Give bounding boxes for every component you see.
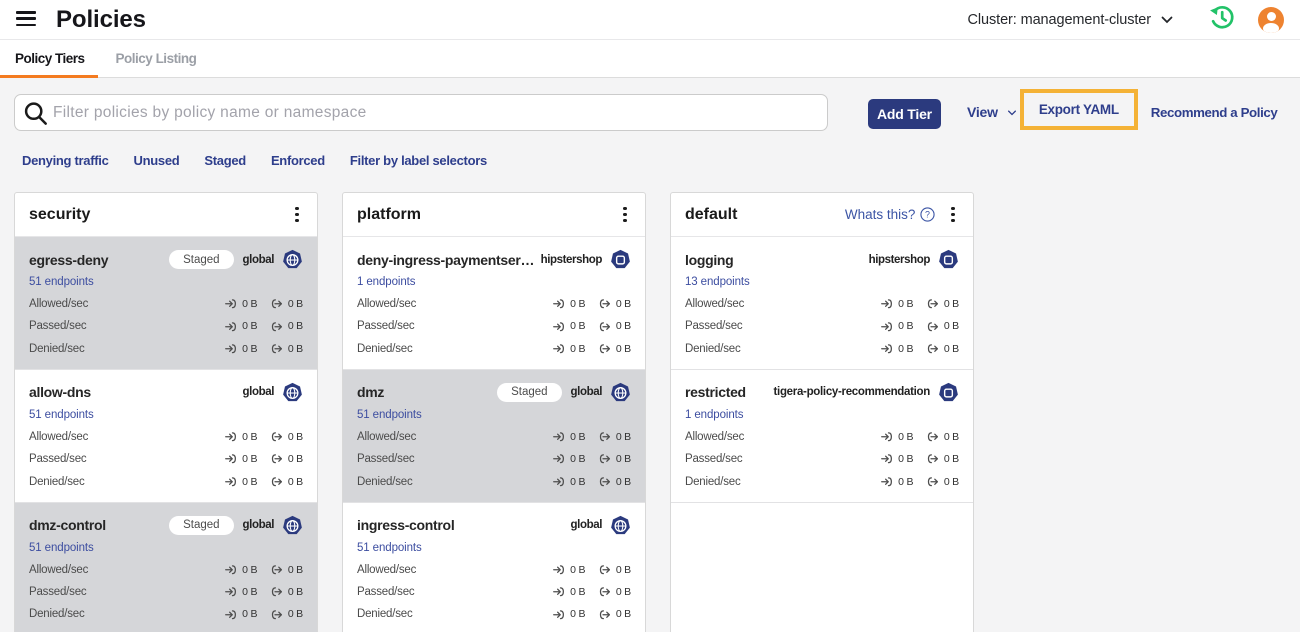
svg-text:?: ? xyxy=(925,210,930,220)
